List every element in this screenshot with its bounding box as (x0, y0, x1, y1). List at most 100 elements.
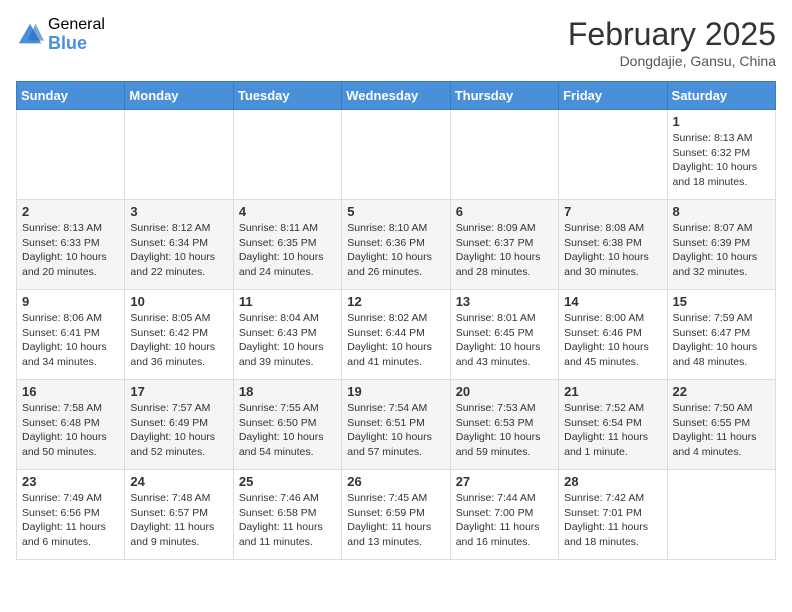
calendar-cell (17, 110, 125, 200)
logo: General Blue (16, 16, 105, 53)
day-number: 5 (347, 204, 444, 219)
day-of-week-header: Wednesday (342, 82, 450, 110)
day-number: 20 (456, 384, 553, 399)
calendar-cell: 15 Sunrise: 7:59 AM Sunset: 6:47 PM Dayli… (667, 290, 775, 380)
day-number: 13 (456, 294, 553, 309)
day-info: Sunrise: 8:13 AM Sunset: 6:32 PM Dayligh… (673, 131, 770, 190)
day-info: Sunrise: 8:07 AM Sunset: 6:39 PM Dayligh… (673, 221, 770, 280)
calendar-cell: 2 Sunrise: 8:13 AM Sunset: 6:33 PM Daylig… (17, 200, 125, 290)
day-number: 27 (456, 474, 553, 489)
day-info: Sunrise: 7:50 AM Sunset: 6:55 PM Dayligh… (673, 401, 770, 460)
day-info: Sunrise: 8:13 AM Sunset: 6:33 PM Dayligh… (22, 221, 119, 280)
day-number: 2 (22, 204, 119, 219)
day-number: 21 (564, 384, 661, 399)
day-info: Sunrise: 8:02 AM Sunset: 6:44 PM Dayligh… (347, 311, 444, 370)
calendar-cell: 4Sunrise: 8:11 AM Sunset: 6:35 PM Daylig… (233, 200, 341, 290)
calendar-cell: 17Sunrise: 7:57 AM Sunset: 6:49 PM Dayli… (125, 380, 233, 470)
day-of-week-header: Monday (125, 82, 233, 110)
calendar-cell: 24Sunrise: 7:48 AM Sunset: 6:57 PM Dayli… (125, 470, 233, 560)
calendar-cell (342, 110, 450, 200)
day-info: Sunrise: 7:54 AM Sunset: 6:51 PM Dayligh… (347, 401, 444, 460)
day-info: Sunrise: 7:49 AM Sunset: 6:56 PM Dayligh… (22, 491, 119, 550)
calendar-cell (667, 470, 775, 560)
calendar-cell: 28 Sunrise: 7:42 AM Sunset: 7:01 PM Dayli… (559, 470, 667, 560)
day-info: Sunrise: 7:48 AM Sunset: 6:57 PM Dayligh… (130, 491, 227, 550)
calendar-cell: 26 Sunrise: 7:45 AM Sunset: 6:59 PM Dayli… (342, 470, 450, 560)
calendar-week-row: 16Sunrise: 7:58 AM Sunset: 6:48 PM Dayli… (17, 380, 776, 470)
day-info: Sunrise: 7:59 AM Sunset: 6:47 PM Dayligh… (673, 311, 770, 370)
day-info: Sunrise: 7:55 AM Sunset: 6:50 PM Dayligh… (239, 401, 336, 460)
day-number: 1 (673, 114, 770, 129)
calendar-week-row: 2 Sunrise: 8:13 AM Sunset: 6:33 PM Daylig… (17, 200, 776, 290)
day-info: Sunrise: 8:05 AM Sunset: 6:42 PM Dayligh… (130, 311, 227, 370)
day-of-week-header: Saturday (667, 82, 775, 110)
day-info: Sunrise: 7:42 AM Sunset: 7:01 PM Dayligh… (564, 491, 661, 550)
calendar-cell: 20 Sunrise: 7:53 AM Sunset: 6:53 PM Dayli… (450, 380, 558, 470)
calendar-cell: 5 Sunrise: 8:10 AM Sunset: 6:36 PM Daylig… (342, 200, 450, 290)
calendar-cell: 8 Sunrise: 8:07 AM Sunset: 6:39 PM Daylig… (667, 200, 775, 290)
calendar-cell: 23Sunrise: 7:49 AM Sunset: 6:56 PM Dayli… (17, 470, 125, 560)
calendar-cell: 14 Sunrise: 8:00 AM Sunset: 6:46 PM Dayli… (559, 290, 667, 380)
day-number: 12 (347, 294, 444, 309)
day-info: Sunrise: 8:04 AM Sunset: 6:43 PM Dayligh… (239, 311, 336, 370)
calendar-cell: 11 Sunrise: 8:04 AM Sunset: 6:43 PM Dayli… (233, 290, 341, 380)
day-info: Sunrise: 8:01 AM Sunset: 6:45 PM Dayligh… (456, 311, 553, 370)
day-info: Sunrise: 8:09 AM Sunset: 6:37 PM Dayligh… (456, 221, 553, 280)
calendar-cell: 12 Sunrise: 8:02 AM Sunset: 6:44 PM Dayli… (342, 290, 450, 380)
logo-text: General Blue (48, 16, 105, 53)
calendar-cell: 7 Sunrise: 8:08 AM Sunset: 6:38 PM Daylig… (559, 200, 667, 290)
location-subtitle: Dongdajie, Gansu, China (568, 53, 776, 69)
day-number: 10 (130, 294, 227, 309)
month-title: February 2025 (568, 16, 776, 53)
day-info: Sunrise: 7:45 AM Sunset: 6:59 PM Dayligh… (347, 491, 444, 550)
calendar-cell: 9 Sunrise: 8:06 AM Sunset: 6:41 PM Daylig… (17, 290, 125, 380)
day-info: Sunrise: 7:57 AM Sunset: 6:49 PM Dayligh… (130, 401, 227, 460)
day-number: 11 (239, 294, 336, 309)
calendar-cell: 6 Sunrise: 8:09 AM Sunset: 6:37 PM Daylig… (450, 200, 558, 290)
calendar-cell: 27 Sunrise: 7:44 AM Sunset: 7:00 PM Dayli… (450, 470, 558, 560)
logo-icon (16, 21, 44, 49)
calendar-cell: 19 Sunrise: 7:54 AM Sunset: 6:51 PM Dayli… (342, 380, 450, 470)
title-section: February 2025 Dongdajie, Gansu, China (568, 16, 776, 69)
calendar-week-row: 1 Sunrise: 8:13 AM Sunset: 6:32 PM Daylig… (17, 110, 776, 200)
day-info: Sunrise: 8:11 AM Sunset: 6:35 PM Dayligh… (239, 221, 336, 280)
day-number: 28 (564, 474, 661, 489)
day-number: 7 (564, 204, 661, 219)
day-info: Sunrise: 7:46 AM Sunset: 6:58 PM Dayligh… (239, 491, 336, 550)
day-info: Sunrise: 8:10 AM Sunset: 6:36 PM Dayligh… (347, 221, 444, 280)
logo-general: General (48, 16, 105, 34)
day-number: 15 (673, 294, 770, 309)
day-info: Sunrise: 7:53 AM Sunset: 6:53 PM Dayligh… (456, 401, 553, 460)
day-number: 16 (22, 384, 119, 399)
day-info: Sunrise: 8:00 AM Sunset: 6:46 PM Dayligh… (564, 311, 661, 370)
day-number: 8 (673, 204, 770, 219)
day-number: 9 (22, 294, 119, 309)
calendar-cell: 22 Sunrise: 7:50 AM Sunset: 6:55 PM Dayli… (667, 380, 775, 470)
day-info: Sunrise: 7:44 AM Sunset: 7:00 PM Dayligh… (456, 491, 553, 550)
calendar-cell: 21 Sunrise: 7:52 AM Sunset: 6:54 PM Dayli… (559, 380, 667, 470)
calendar-cell: 10 Sunrise: 8:05 AM Sunset: 6:42 PM Dayli… (125, 290, 233, 380)
calendar-cell: 3Sunrise: 8:12 AM Sunset: 6:34 PM Daylig… (125, 200, 233, 290)
day-number: 14 (564, 294, 661, 309)
day-info: Sunrise: 8:06 AM Sunset: 6:41 PM Dayligh… (22, 311, 119, 370)
day-number: 22 (673, 384, 770, 399)
calendar-week-row: 23Sunrise: 7:49 AM Sunset: 6:56 PM Dayli… (17, 470, 776, 560)
day-number: 19 (347, 384, 444, 399)
day-of-week-header: Sunday (17, 82, 125, 110)
day-info: Sunrise: 7:52 AM Sunset: 6:54 PM Dayligh… (564, 401, 661, 460)
calendar-cell: 13 Sunrise: 8:01 AM Sunset: 6:45 PM Dayli… (450, 290, 558, 380)
day-number: 26 (347, 474, 444, 489)
calendar-week-row: 9 Sunrise: 8:06 AM Sunset: 6:41 PM Daylig… (17, 290, 776, 380)
calendar-cell: 16Sunrise: 7:58 AM Sunset: 6:48 PM Dayli… (17, 380, 125, 470)
calendar-cell (233, 110, 341, 200)
day-number: 25 (239, 474, 336, 489)
day-of-week-header: Tuesday (233, 82, 341, 110)
header: General Blue February 2025 Dongdajie, Ga… (16, 16, 776, 69)
day-info: Sunrise: 8:08 AM Sunset: 6:38 PM Dayligh… (564, 221, 661, 280)
calendar-cell (450, 110, 558, 200)
logo-blue: Blue (48, 34, 105, 54)
day-info: Sunrise: 8:12 AM Sunset: 6:34 PM Dayligh… (130, 221, 227, 280)
day-number: 6 (456, 204, 553, 219)
calendar-cell (559, 110, 667, 200)
calendar-cell: 25 Sunrise: 7:46 AM Sunset: 6:58 PM Dayli… (233, 470, 341, 560)
